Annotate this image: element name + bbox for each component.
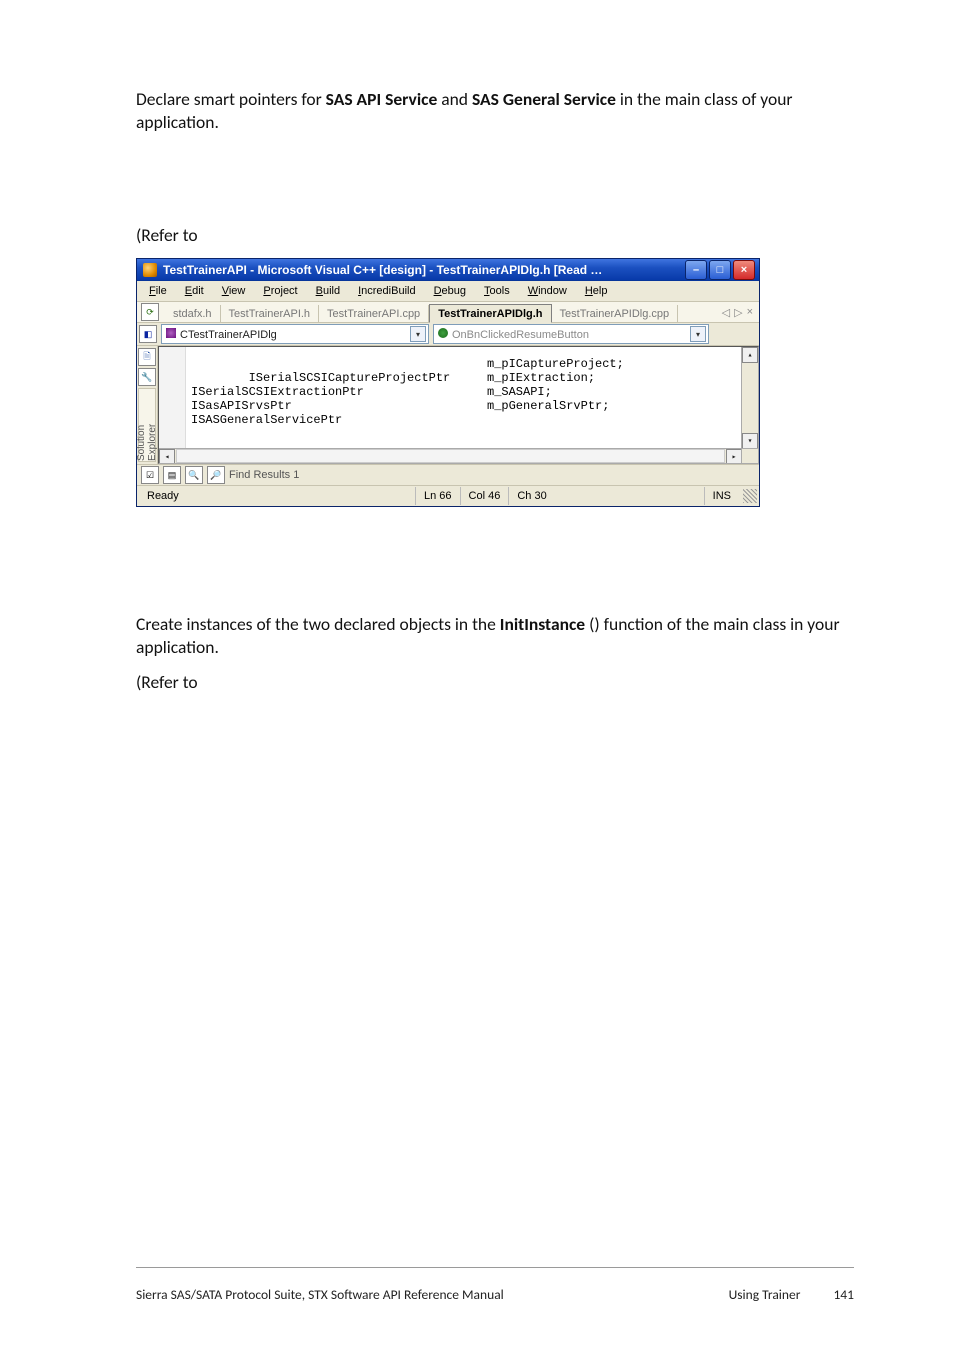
vertical-scrollbar[interactable]: ▴ ▾: [741, 347, 758, 449]
menubar: File Edit View Project Build IncrediBuil…: [137, 281, 759, 301]
document-tab-strip: ⟳ stdafx.h TestTrainerAPI.h TestTrainerA…: [137, 301, 759, 323]
doc-tab-active[interactable]: TestTrainerAPIDlg.h: [429, 304, 551, 323]
tab-close-icon[interactable]: ×: [747, 306, 753, 319]
find-icon[interactable]: 🔎: [207, 466, 225, 484]
side-toolbar: 🗎 🔧 Solution Explorer: [137, 346, 158, 464]
class-combo[interactable]: CTestTrainerAPIDlg ▾: [161, 324, 429, 344]
intro-paragraph: Declare smart pointers for SAS API Servi…: [136, 88, 854, 134]
chevron-down-icon[interactable]: ▾: [690, 326, 706, 342]
page-footer: Sierra SAS/SATA Protocol Suite, STX Soft…: [136, 1267, 854, 1303]
menu-help[interactable]: Help: [577, 283, 616, 299]
editor-area: 🗎 🔧 Solution Explorer ISerialSCSICapture…: [137, 346, 759, 464]
status-line: Ln 66: [415, 487, 460, 505]
refer-to-2: (Refer to: [136, 671, 854, 694]
status-bar: Ready Ln 66 Col 46 Ch 30 INS: [137, 485, 759, 506]
text: Create instances of the two declared obj…: [136, 613, 500, 635]
menu-file[interactable]: File: [141, 283, 175, 299]
scroll-up-icon[interactable]: ▴: [742, 347, 758, 363]
tab-prev-icon[interactable]: ◁: [722, 306, 730, 319]
footer-section: Using Trainer: [729, 1286, 801, 1303]
code-col1: ISerialSCSICaptureProjectPtr ISerialSCSI…: [191, 371, 450, 427]
code-content: ISerialSCSICaptureProjectPtr ISerialSCSI…: [191, 357, 742, 449]
doc-tab-nav: ◁ ▷ ×: [720, 306, 755, 319]
menu-window[interactable]: Window: [520, 283, 575, 299]
scroll-left-icon[interactable]: ◂: [159, 449, 175, 464]
doc-tab[interactable]: stdafx.h: [165, 305, 221, 322]
scroll-down-icon[interactable]: ▾: [742, 433, 758, 449]
titlebar: TestTrainerAPI - Microsoft Visual C++ [d…: [137, 259, 759, 281]
rail-icon[interactable]: 🔧: [138, 368, 156, 386]
status-ready: Ready: [139, 487, 415, 505]
menu-view[interactable]: View: [214, 283, 254, 299]
window-title: TestTrainerAPI - Microsoft Visual C++ [d…: [163, 263, 685, 277]
nav-bar: ◧ CTestTrainerAPIDlg ▾ OnBnClickedResume…: [137, 323, 759, 346]
menu-debug[interactable]: Debug: [426, 283, 474, 299]
menu-project[interactable]: Project: [255, 283, 305, 299]
refer-to-1: (Refer to: [136, 224, 854, 247]
editor-gutter: [159, 347, 186, 449]
chevron-down-icon[interactable]: ▾: [410, 326, 426, 342]
resize-grip-icon[interactable]: [743, 489, 757, 503]
find-results-label: Find Results 1: [229, 469, 299, 481]
footer-left: Sierra SAS/SATA Protocol Suite, STX Soft…: [136, 1286, 504, 1303]
solution-explorer-tab[interactable]: Solution Explorer: [138, 388, 156, 462]
scroll-track[interactable]: [176, 449, 725, 463]
menu-tools[interactable]: Tools: [476, 283, 518, 299]
status-col: Col 46: [460, 487, 509, 505]
combo-text: CTestTrainerAPIDlg: [180, 329, 277, 341]
close-button[interactable]: ×: [733, 260, 755, 280]
combo-text: OnBnClickedResumeButton: [452, 329, 589, 341]
maximize-button[interactable]: □: [709, 260, 731, 280]
tab-next-icon[interactable]: ▷: [734, 306, 742, 319]
doc-tab[interactable]: TestTrainerAPI.cpp: [319, 305, 429, 322]
text: Declare smart pointers for: [136, 88, 326, 110]
text-bold: InitInstance: [500, 613, 585, 635]
scroll-corner: [741, 448, 758, 463]
text-bold: SAS API Service: [326, 88, 438, 110]
status-ch: Ch 30: [508, 487, 554, 505]
menu-incredibuild[interactable]: IncrediBuild: [350, 283, 423, 299]
method-icon: [438, 328, 448, 338]
app-icon: [143, 263, 157, 277]
text: and: [441, 88, 472, 110]
menu-build[interactable]: Build: [308, 283, 348, 299]
code-col2: m_pICaptureProject; m_pIExtraction; m_SA…: [487, 357, 624, 413]
second-paragraph: Create instances of the two declared obj…: [136, 613, 854, 659]
footer-page-number: 141: [833, 1286, 854, 1303]
doc-tab[interactable]: TestTrainerAPIDlg.cpp: [552, 305, 679, 322]
status-ins: INS: [704, 487, 739, 505]
menu-edit[interactable]: Edit: [177, 283, 212, 299]
find-results-bar: ☑ ▤ 🔍 🔎 Find Results 1: [137, 464, 759, 485]
class-icon: [166, 328, 176, 338]
doc-tab[interactable]: TestTrainerAPI.h: [221, 305, 320, 322]
text-bold: SAS General Service: [472, 88, 616, 110]
vs-window: TestTrainerAPI - Microsoft Visual C++ [d…: [136, 258, 760, 507]
output-icon[interactable]: ▤: [163, 466, 181, 484]
task-list-icon[interactable]: ☑: [141, 466, 159, 484]
rail-icon[interactable]: 🗎: [138, 348, 156, 366]
code-editor[interactable]: ISerialSCSICaptureProjectPtr ISerialSCSI…: [158, 346, 759, 464]
scroll-right-icon[interactable]: ▸: [726, 449, 742, 464]
toolbar-icon[interactable]: ⟳: [141, 303, 159, 321]
find-icon[interactable]: 🔍: [185, 466, 203, 484]
toolbar-icon[interactable]: ◧: [139, 325, 157, 343]
member-combo[interactable]: OnBnClickedResumeButton ▾: [433, 324, 709, 344]
minimize-button[interactable]: –: [685, 260, 707, 280]
horizontal-scrollbar[interactable]: ◂ ▸: [159, 448, 742, 463]
